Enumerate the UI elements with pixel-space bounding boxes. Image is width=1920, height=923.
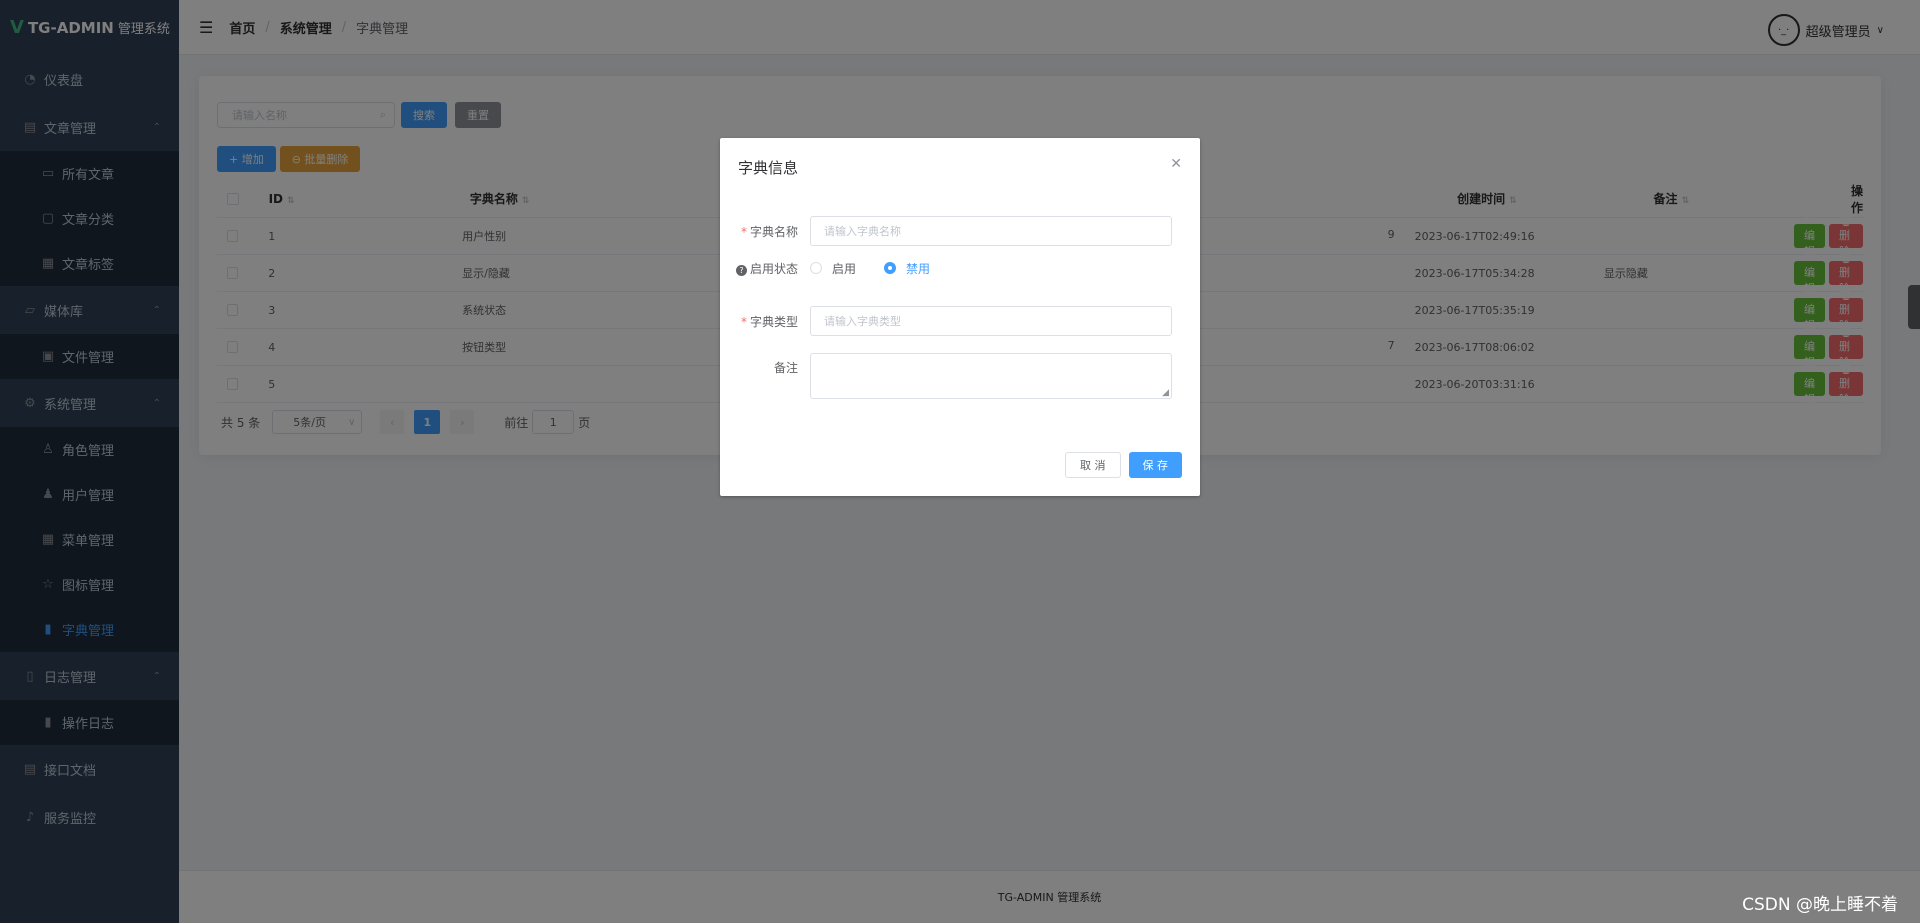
help-icon: ? xyxy=(735,264,747,276)
save-button[interactable]: 保 存 xyxy=(1128,452,1182,478)
side-handle[interactable] xyxy=(1908,285,1920,329)
form-row-status: ? 启用状态 启用 禁用 xyxy=(720,253,1200,283)
form-row-name: * 字典名称 请输入字典名称 xyxy=(720,216,1200,246)
dialog-title: 字典信息 xyxy=(738,159,799,177)
form-row-remark: 备注 ◢ xyxy=(720,353,1200,399)
form-row-type: * 字典类型 请输入字典类型 xyxy=(720,306,1200,336)
radio-dot xyxy=(884,262,897,274)
status-label: ? 启用状态 xyxy=(720,260,810,277)
name-input[interactable]: 请输入字典名称 xyxy=(810,216,1172,246)
cancel-button[interactable]: 取 消 xyxy=(1065,452,1121,478)
close-icon[interactable]: ✕ xyxy=(1170,156,1182,172)
name-label: * 字典名称 xyxy=(740,224,798,239)
dialog-footer: 取 消 保 存 xyxy=(1065,452,1182,478)
remark-label: 备注 xyxy=(773,361,798,375)
radio-enable[interactable]: 启用 xyxy=(810,260,856,277)
type-input[interactable]: 请输入字典类型 xyxy=(810,306,1172,336)
remark-textarea[interactable]: ◢ xyxy=(810,353,1172,399)
dict-dialog: 字典信息 ✕ * 字典名称 请输入字典名称 ? 启用状态 启用 禁用 * 字典类型 请… xyxy=(720,138,1200,496)
watermark: CSDN @晚上睡不着 xyxy=(1742,895,1898,915)
radio-disable[interactable]: 禁用 xyxy=(884,260,930,277)
type-label: * 字典类型 xyxy=(740,314,798,329)
radio-dot xyxy=(810,262,822,274)
resize-grip-icon: ◢ xyxy=(1162,388,1169,398)
